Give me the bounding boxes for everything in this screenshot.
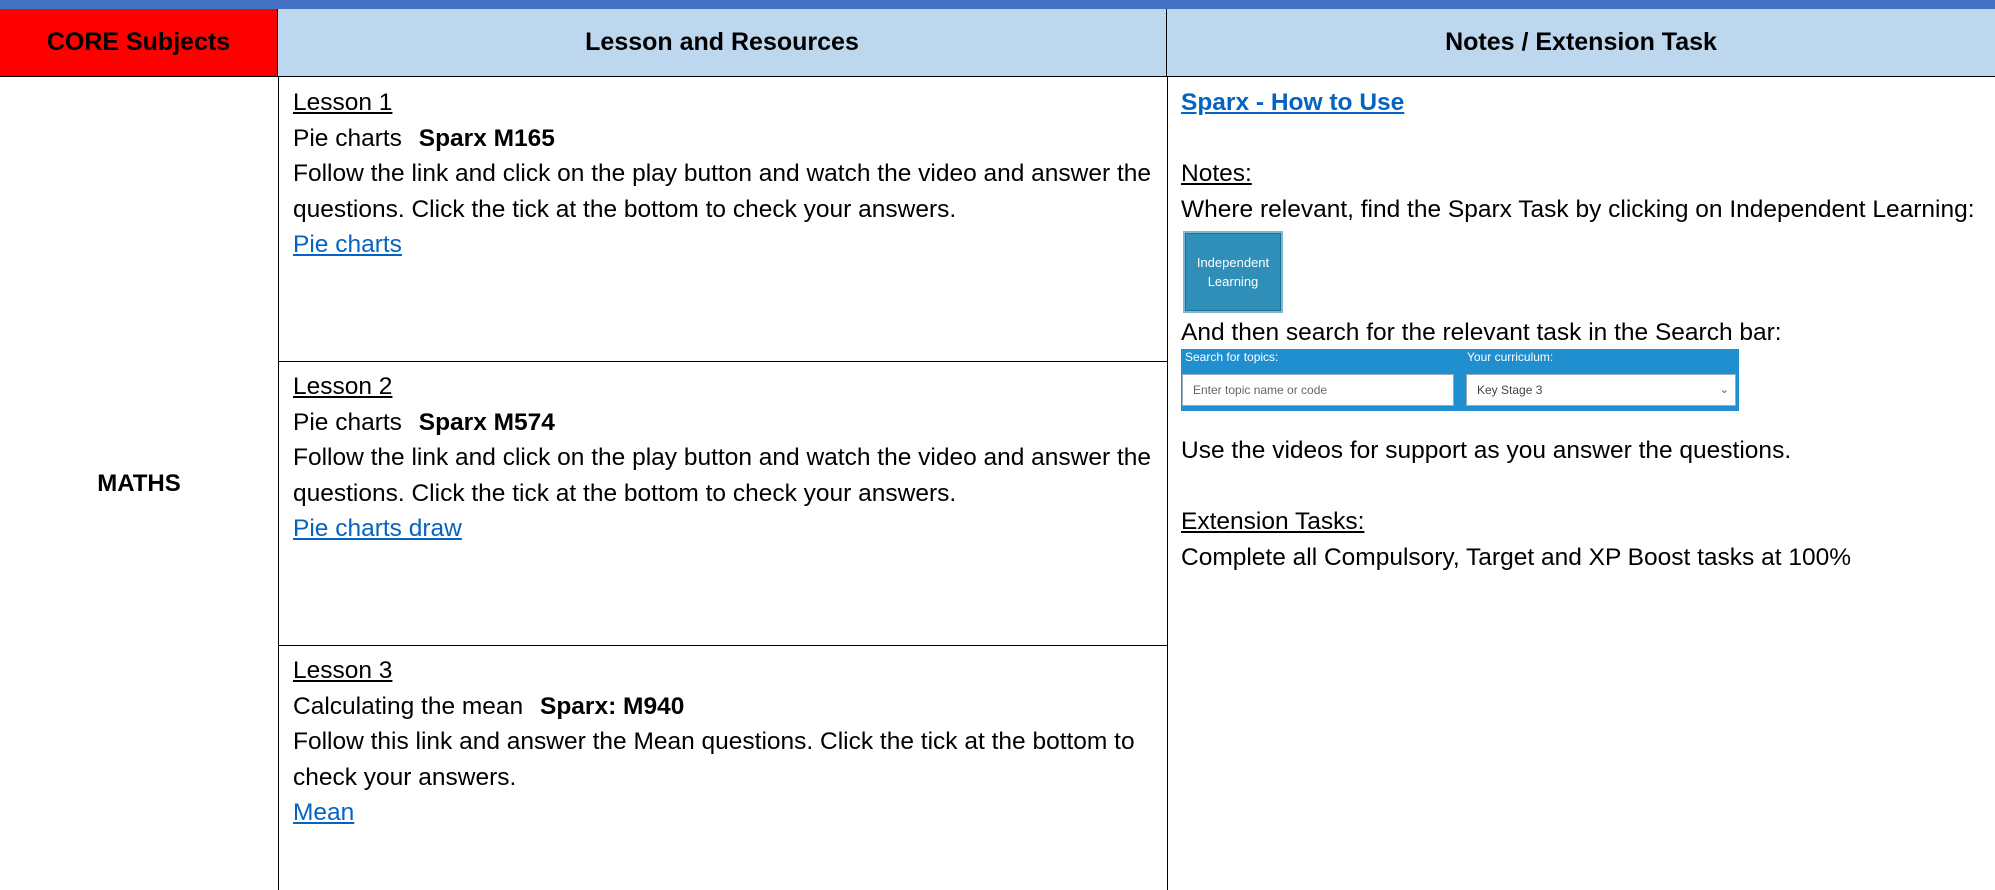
core-subjects-header: CORE Subjects [0,9,278,77]
grid-line [1167,77,1168,890]
lesson-title: Lesson 1 [293,89,393,116]
sparx-code: Sparx M165 [418,124,555,152]
lesson-instructions: Follow this link and answer the Mean que… [293,728,1135,791]
notes-extension-header: Notes / Extension Task [1167,9,1995,77]
lesson-topic: Pie charts [293,124,402,152]
independent-learning-button: Independent Learning [1183,231,1283,313]
lesson-topic-line: Pie charts Sparx M165 [293,121,1153,157]
lesson-link[interactable]: Pie charts [293,231,402,258]
lesson-instructions: Follow the link and click on the play bu… [293,444,1152,507]
lesson-instructions: Follow the link and click on the play bu… [293,160,1152,223]
lesson-title: Lesson 2 [293,373,393,400]
lesson-title: Lesson 3 [293,657,393,684]
lesson-cell-1: Lesson 1 Pie charts Sparx M165 Follow th… [278,77,1167,361]
search-input-image: Enter topic name or code [1182,374,1454,406]
search-bar-image: Search for topics: Your curriculum: Ente… [1181,349,1739,411]
grid-line [278,645,1167,646]
extension-heading: Extension Tasks: [1181,508,1365,535]
lesson-topic: Calculating the mean [293,692,524,720]
top-border-bar [0,0,1995,9]
sparx-code: Sparx M574 [418,408,555,436]
grid-line [278,77,279,890]
lesson-topic-line: Pie charts Sparx M574 [293,405,1153,441]
grid-line [278,361,1167,362]
curriculum-select-image: Key Stage 3 ⌄ [1466,374,1736,406]
chevron-down-icon: ⌄ [1719,384,1729,396]
subject-cell: MATHS [97,469,181,497]
notes-heading: Notes: [1181,160,1252,187]
lesson-topic: Pie charts [293,408,402,436]
notes-cell: Sparx - How to Use Notes: Where relevant… [1167,77,1995,890]
lesson-resources-header: Lesson and Resources [278,9,1167,77]
extension-text: Complete all Compulsory, Target and XP B… [1181,543,1852,571]
sparx-how-to-link[interactable]: Sparx - How to Use [1181,89,1404,116]
search-instruction-text: And then search for the relevant task in… [1181,319,1782,346]
curriculum-label: Your curriculum: [1467,350,1554,364]
timetable-table: CORE Subjects Lesson and Resources Notes… [0,9,1995,890]
sparx-code: Sparx: M940 [539,692,685,720]
lesson-cell-3: Lesson 3 Calculating the mean Sparx: M94… [278,645,1167,890]
lesson-link[interactable]: Mean [293,799,354,826]
lesson-topic-line: Calculating the mean Sparx: M940 [293,689,1153,725]
notes-text: Where relevant, find the Sparx Task by c… [1181,195,1975,223]
lesson-cell-2: Lesson 2 Pie charts Sparx M574 Follow th… [278,361,1167,645]
search-topics-label: Search for topics: [1185,350,1279,364]
videos-support-text: Use the videos for support as you answer… [1181,437,1792,464]
curriculum-value: Key Stage 3 [1477,383,1543,397]
lesson-link[interactable]: Pie charts draw [293,515,462,542]
